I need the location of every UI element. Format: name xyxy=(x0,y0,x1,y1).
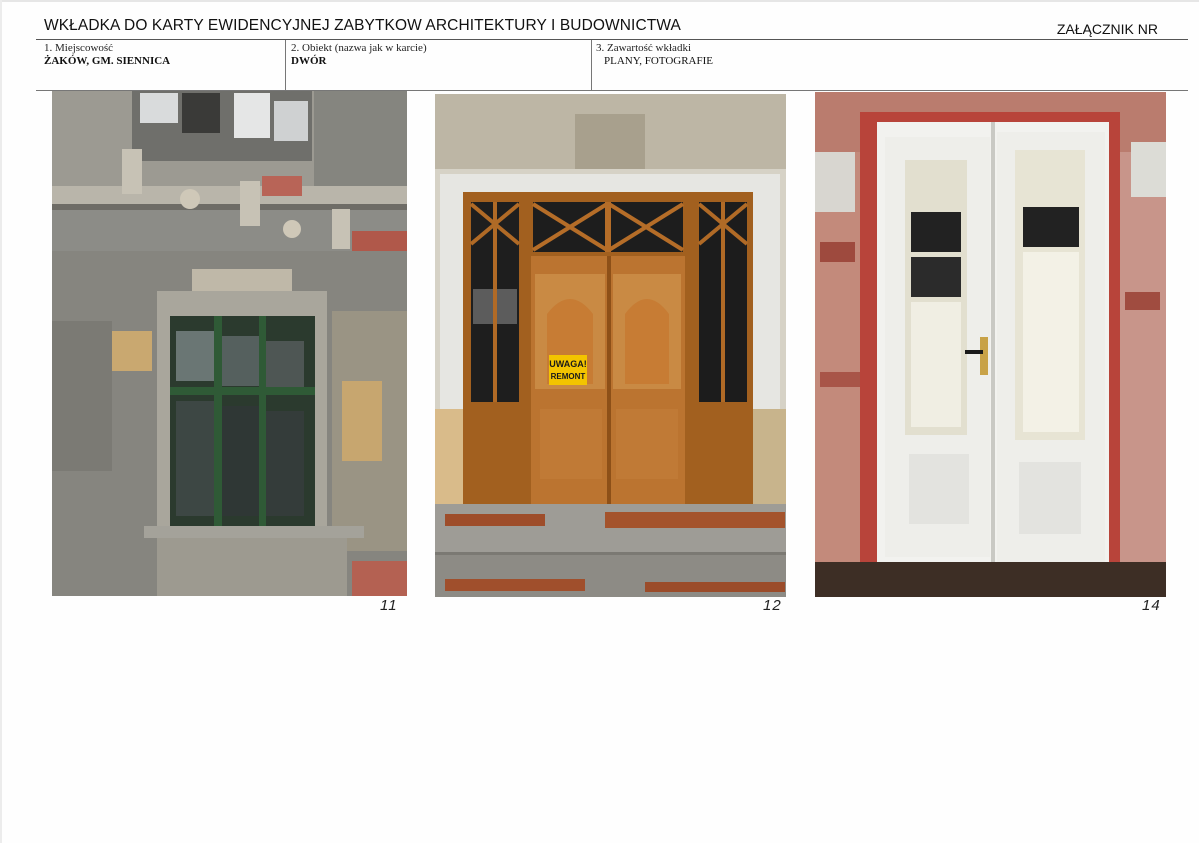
document-page: WKŁADKA DO KARTY EWIDENCYJNEJ ZABYTKOW A… xyxy=(0,0,1199,843)
field-label: 3. Zawartość wkładki xyxy=(596,42,691,54)
photo-number: 11 xyxy=(380,597,398,614)
field-label: 2. Obiekt (nazwa jak w karcie) xyxy=(291,42,427,54)
field-value: ŻAKÓW, GM. SIENNICA xyxy=(44,55,171,67)
header-rule xyxy=(36,39,1188,40)
document-title: WKŁADKA DO KARTY EWIDENCYJNEJ ZABYTKOW A… xyxy=(44,17,681,34)
sign-line-1: UWAGA! xyxy=(549,359,587,369)
attachment-number-label: ZAŁĄCZNIK NR xyxy=(1056,21,1158,37)
field-value: PLANY, FOTOGRAFIE xyxy=(604,55,714,67)
photo-white-door xyxy=(815,92,1166,597)
field-separator xyxy=(285,40,286,90)
sign-line-2: REMONT xyxy=(551,372,586,381)
photo-number: 14 xyxy=(1142,597,1161,614)
photo-number: 12 xyxy=(763,597,782,614)
photo-entrance-door: UWAGA! REMONT xyxy=(435,94,786,597)
white-door-illustration xyxy=(815,92,1166,597)
entrance-door-illustration: UWAGA! REMONT xyxy=(435,94,786,597)
field-value: DWÓR xyxy=(291,55,327,67)
facade-window-illustration xyxy=(52,91,407,596)
field-object: 2. Obiekt (nazwa jak w karcie) DWÓR xyxy=(291,42,427,68)
scan-edge xyxy=(0,0,1199,2)
scan-edge xyxy=(0,0,2,843)
field-locality: 1. Miejscowość ŻAKÓW, GM. SIENNICA xyxy=(44,42,170,68)
field-contents: 3. Zawartość wkładki PLANY, FOTOGRAFIE xyxy=(596,42,713,68)
field-separator xyxy=(591,40,592,90)
field-label: 1. Miejscowość xyxy=(44,42,114,54)
photo-facade-window xyxy=(52,91,407,596)
